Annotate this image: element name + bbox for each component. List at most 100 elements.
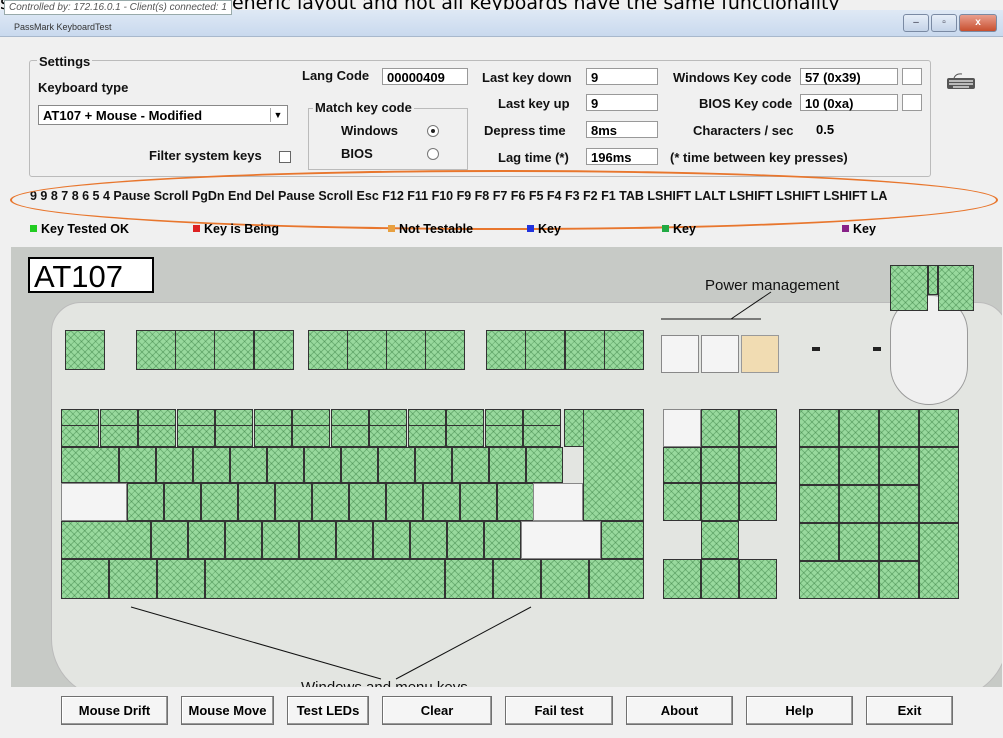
keyboard-key[interactable] [164, 483, 201, 521]
keyboard-key[interactable] [127, 483, 164, 521]
mouse-move-button[interactable]: Mouse Move [181, 696, 274, 725]
keyboard-key[interactable] [119, 447, 156, 483]
keyboard-key[interactable] [799, 447, 839, 485]
keyboard-key[interactable] [533, 483, 583, 521]
fail-test-button[interactable]: Fail test [505, 696, 613, 725]
keyboard-key[interactable] [446, 425, 484, 447]
keyboard-key[interactable] [739, 447, 777, 483]
keyboard-key[interactable] [138, 425, 176, 447]
keyboard-key[interactable] [253, 425, 292, 447]
keyboard-key[interactable] [589, 559, 644, 599]
filter-system-keys-checkbox[interactable] [279, 151, 291, 163]
keyboard-key[interactable] [341, 447, 378, 483]
help-button[interactable]: Help [746, 696, 853, 725]
keyboard-key[interactable] [460, 483, 497, 521]
keyboard-key[interactable] [493, 559, 541, 599]
keyboard-key[interactable] [799, 523, 839, 561]
keyboard-key[interactable] [701, 559, 739, 599]
minimize-button[interactable]: – [903, 14, 929, 32]
keyboard-key[interactable] [61, 447, 119, 483]
keyboard-key[interactable] [484, 425, 523, 447]
keyboard-key[interactable] [193, 447, 230, 483]
keyboard-key[interactable] [739, 559, 777, 599]
mouse-right-button[interactable] [938, 265, 974, 311]
keyboard-key[interactable] [604, 330, 644, 370]
keyboard-key[interactable] [541, 559, 589, 599]
keyboard-key[interactable] [205, 559, 445, 599]
keyboard-key[interactable] [445, 559, 493, 599]
keyboard-key[interactable] [447, 521, 484, 559]
keyboard-key[interactable] [336, 521, 373, 559]
keyboard-key[interactable] [407, 425, 446, 447]
keyboard-key[interactable] [879, 523, 919, 561]
keyboard-key[interactable] [839, 409, 879, 447]
keyboard-key[interactable] [415, 447, 452, 483]
keyboard-key[interactable] [663, 447, 701, 483]
keyboard-key[interactable] [61, 521, 151, 559]
close-button[interactable]: x [959, 14, 997, 32]
keyboard-key[interactable] [378, 447, 415, 483]
keyboard-key[interactable] [663, 409, 701, 447]
keyboard-key[interactable] [701, 447, 739, 483]
keyboard-key[interactable] [215, 425, 253, 447]
keyboard-key[interactable] [61, 425, 99, 447]
keyboard-key[interactable] [484, 521, 521, 559]
keyboard-key[interactable] [175, 330, 215, 370]
keyboard-key[interactable] [109, 559, 157, 599]
keyboard-key[interactable] [879, 409, 919, 447]
keyboard-type-select[interactable]: AT107 + Mouse - Modified ▼ [38, 105, 288, 125]
keyboard-key[interactable] [312, 483, 349, 521]
keyboard-key[interactable] [701, 335, 739, 373]
keyboard-key[interactable] [701, 483, 739, 521]
keyboard-key[interactable] [386, 483, 423, 521]
keyboard-key[interactable] [347, 330, 387, 370]
mouse-wheel[interactable] [928, 265, 938, 295]
keyboard-key[interactable] [663, 559, 701, 599]
maximize-button[interactable]: ▫ [931, 14, 957, 32]
keyboard-key[interactable] [839, 523, 879, 561]
keyboard-key[interactable] [349, 483, 386, 521]
keyboard-key[interactable] [254, 330, 294, 370]
keyboard-key[interactable] [799, 409, 839, 447]
keyboard-key[interactable] [663, 483, 701, 521]
keyboard-key[interactable] [156, 447, 193, 483]
mouse-left-button[interactable] [890, 265, 928, 311]
keyboard-key[interactable] [879, 447, 919, 485]
windows-radio[interactable] [427, 125, 439, 137]
keyboard-key[interactable] [525, 330, 565, 370]
keyboard-key[interactable] [157, 559, 205, 599]
about-button[interactable]: About [626, 696, 733, 725]
keyboard-key[interactable] [238, 483, 275, 521]
keyboard-key[interactable] [799, 485, 839, 523]
keyboard-key[interactable] [879, 485, 919, 523]
keyboard-key[interactable] [267, 447, 304, 483]
chevron-down-icon[interactable]: ▼ [270, 108, 285, 122]
mouse-drift-button[interactable]: Mouse Drift [61, 696, 168, 725]
keyboard-key[interactable] [919, 409, 959, 447]
keyboard-key[interactable] [304, 447, 341, 483]
keyboard-key[interactable] [839, 485, 879, 523]
keyboard-key[interactable] [486, 330, 526, 370]
keyboard-key[interactable] [489, 447, 526, 483]
keyboard-key[interactable] [65, 330, 105, 370]
keyboard-key[interactable] [452, 447, 489, 483]
keyboard-key[interactable] [292, 425, 330, 447]
keyboard-key[interactable] [425, 330, 465, 370]
keyboard-key[interactable] [601, 521, 644, 559]
keyboard-key[interactable] [225, 521, 262, 559]
keyboard-key[interactable] [61, 559, 109, 599]
keyboard-key[interactable] [739, 409, 777, 447]
keyboard-key[interactable] [523, 425, 561, 447]
keyboard-key[interactable] [521, 521, 601, 559]
keyboard-key[interactable] [526, 447, 563, 483]
keyboard-key[interactable] [386, 330, 426, 370]
keyboard-key[interactable] [565, 330, 605, 370]
keyboard-key[interactable] [879, 561, 919, 599]
keyboard-key[interactable] [701, 409, 739, 447]
keyboard-key[interactable] [919, 447, 959, 523]
bios-radio[interactable] [427, 148, 439, 160]
keyboard-key[interactable] [214, 330, 254, 370]
keyboard-key[interactable] [410, 521, 447, 559]
keyboard-key[interactable] [151, 521, 188, 559]
keyboard-key[interactable] [741, 335, 779, 373]
